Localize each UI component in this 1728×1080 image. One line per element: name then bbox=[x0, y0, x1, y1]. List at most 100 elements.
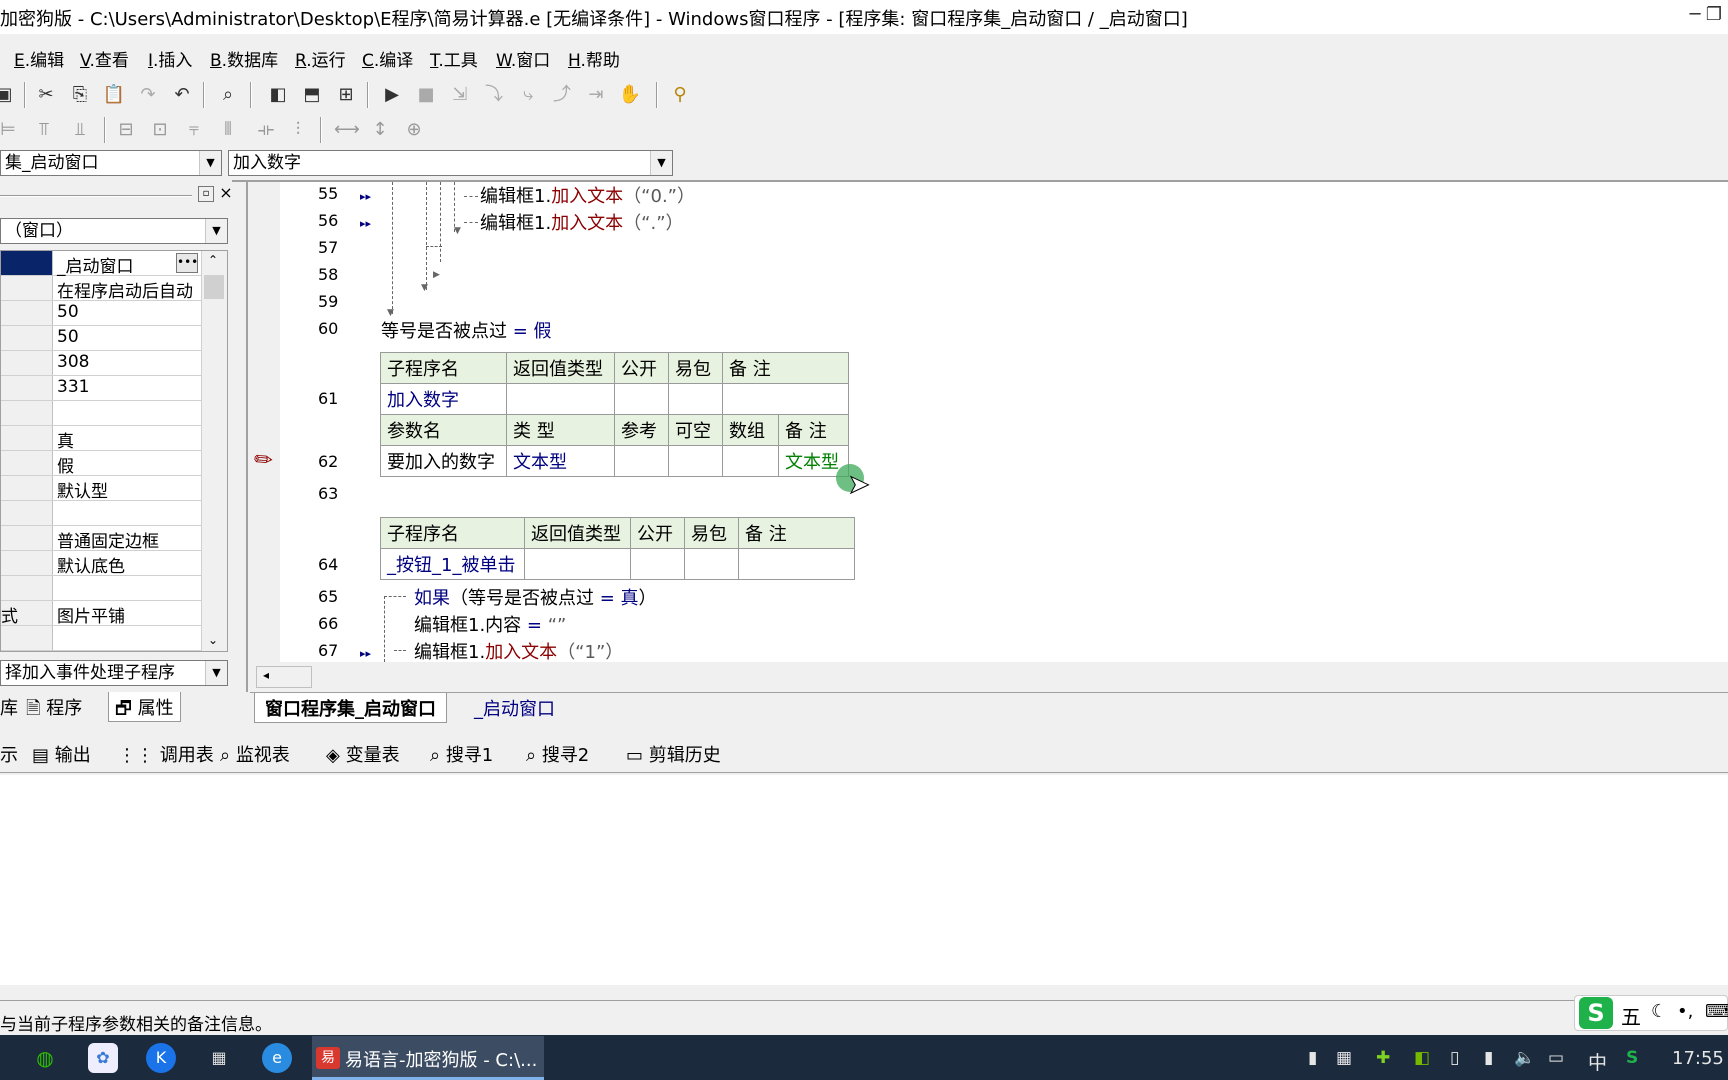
device-icon[interactable]: ▯ bbox=[1450, 1048, 1459, 1068]
tab-search2[interactable]: ⌕ 搜寻2 bbox=[526, 741, 589, 767]
public-cell[interactable] bbox=[614, 383, 669, 415]
nvidia-icon[interactable]: ◧ bbox=[1414, 1048, 1430, 1068]
array-cell[interactable] bbox=[722, 445, 779, 477]
subprogram-name-cell[interactable]: _按钮_1_被单击 bbox=[380, 548, 525, 580]
property-row[interactable]: 50 bbox=[1, 301, 201, 326]
scroll-up-icon[interactable]: ⌃ bbox=[208, 253, 218, 267]
layout-left-icon[interactable]: ◧ bbox=[266, 83, 290, 107]
param-name-cell[interactable]: 要加入的数字 bbox=[380, 445, 507, 477]
undo-icon[interactable]: ↶ bbox=[170, 83, 194, 107]
maximize-button[interactable]: ❐ bbox=[1700, 4, 1728, 28]
property-row[interactable]: 331 bbox=[1, 376, 201, 401]
tool-icon[interactable]: ▦ bbox=[204, 1043, 234, 1073]
tab-properties[interactable]: 🗗 属性 bbox=[108, 692, 181, 722]
layout-top-icon[interactable]: ⬒ bbox=[300, 83, 324, 107]
clock[interactable]: 17:55 bbox=[1672, 1048, 1724, 1069]
security-icon[interactable]: ✚ bbox=[1376, 1048, 1390, 1068]
ime-toolbar[interactable]: S 五 ☾ •, ⌨ bbox=[1574, 995, 1728, 1031]
input-language[interactable]: 中 bbox=[1588, 1048, 1607, 1075]
scroll-left-icon[interactable]: ◂ bbox=[263, 668, 269, 682]
tab-program[interactable]: 🗎 程序 bbox=[26, 694, 82, 726]
space-vertical-icon[interactable]: ⫶ bbox=[286, 118, 310, 142]
property-row[interactable]: 式 图片平铺 bbox=[1, 601, 201, 627]
punctuation-icon[interactable]: •, bbox=[1677, 1001, 1693, 1022]
browser-icon[interactable]: e bbox=[262, 1043, 292, 1073]
menu-insert[interactable]: I.插入 bbox=[148, 46, 192, 71]
property-row[interactable] bbox=[1, 576, 201, 601]
vertical-scrollbar[interactable]: ⌃ ⌄ bbox=[201, 251, 227, 651]
splitter[interactable] bbox=[246, 182, 248, 692]
ellipsis-button[interactable]: ••• bbox=[176, 253, 198, 273]
code-line[interactable]: 编辑框1.内容 = “” bbox=[414, 611, 566, 637]
param-type-cell[interactable]: 文本型 bbox=[506, 445, 615, 477]
sogou-tray-icon[interactable]: S bbox=[1626, 1048, 1638, 1068]
tab-library[interactable]: 库 bbox=[0, 694, 18, 720]
property-row[interactable]: 默认底色 bbox=[1, 551, 201, 577]
keyboard-icon[interactable]: ⌨ bbox=[1705, 1001, 1728, 1022]
run-to-cursor-icon[interactable]: ⇥ bbox=[584, 83, 608, 107]
return-type-cell[interactable] bbox=[506, 383, 615, 415]
horizontal-scrollbar[interactable]: ◂ bbox=[256, 666, 312, 688]
volume-icon[interactable]: 🔈 bbox=[1514, 1048, 1535, 1068]
step-into-icon[interactable]: ⤵ bbox=[482, 83, 506, 107]
step-icon[interactable]: ⇲ bbox=[448, 83, 472, 107]
property-row[interactable]: _启动窗口 ••• bbox=[1, 251, 201, 277]
property-row[interactable] bbox=[1, 401, 201, 426]
easy-package-cell[interactable] bbox=[684, 548, 739, 580]
property-row[interactable]: 假 bbox=[1, 451, 201, 477]
chevron-down-icon[interactable]: ▼ bbox=[650, 151, 672, 175]
center-form-icon[interactable]: ⊕ bbox=[402, 118, 426, 142]
property-row[interactable]: 在程序启动后自动 bbox=[1, 276, 201, 302]
align-bottom-icon[interactable]: ⫫ bbox=[68, 118, 92, 142]
layout-grid-icon[interactable]: ⊞ bbox=[334, 83, 358, 107]
return-type-cell[interactable] bbox=[524, 548, 631, 580]
property-row[interactable]: 真 bbox=[1, 426, 201, 452]
tab-variables[interactable]: ◈ 变量表 bbox=[326, 741, 400, 767]
space-horizontal-icon[interactable]: ⟛ bbox=[254, 118, 278, 142]
code-line[interactable]: 如果（等号是否被点过 = 真） bbox=[414, 584, 657, 610]
reference-cell[interactable] bbox=[614, 445, 669, 477]
center-vertical-icon[interactable]: ⊡ bbox=[148, 118, 172, 142]
property-row[interactable] bbox=[1, 626, 201, 651]
step-out-icon[interactable]: ⤴ bbox=[550, 83, 574, 107]
subprogram-name-cell[interactable]: 加入数字 bbox=[380, 383, 507, 415]
menu-compile[interactable]: C.编译 bbox=[362, 46, 413, 71]
save-icon[interactable]: ▣ bbox=[0, 83, 16, 107]
wechat-icon[interactable]: ◍ bbox=[30, 1043, 60, 1073]
stretch-width-icon[interactable]: ⟷ bbox=[334, 118, 360, 142]
chevron-down-icon[interactable]: ▼ bbox=[199, 151, 221, 175]
tray-app-icon[interactable]: ▦ bbox=[1336, 1048, 1352, 1068]
menu-tools[interactable]: T.工具 bbox=[430, 46, 478, 71]
property-row[interactable]: 普通固定边框 bbox=[1, 526, 201, 552]
menu-edit[interactable]: E.编辑 bbox=[14, 46, 64, 71]
binoculars-icon[interactable]: ⚲ bbox=[668, 83, 692, 107]
scroll-thumb[interactable] bbox=[204, 275, 224, 299]
output-panel[interactable] bbox=[0, 775, 1728, 985]
app-icon[interactable]: ✿ bbox=[88, 1043, 118, 1073]
assembly-select[interactable]: 集_启动窗口 ▼ bbox=[0, 150, 222, 176]
event-select[interactable]: 择加入事件处理子程序 ▼ bbox=[0, 660, 228, 686]
step-over-icon[interactable]: ⤷ bbox=[516, 83, 540, 107]
easy-package-cell[interactable] bbox=[668, 383, 723, 415]
code-line[interactable]: 编辑框1.加入文本（“1”） bbox=[414, 638, 623, 664]
ime-mode[interactable]: 五 bbox=[1621, 1001, 1641, 1030]
same-width-icon[interactable]: ⫴ bbox=[216, 118, 240, 142]
menu-window[interactable]: W.窗口 bbox=[496, 46, 550, 71]
property-row[interactable]: 默认型 bbox=[1, 476, 201, 502]
same-height-icon[interactable]: ⫧ bbox=[182, 118, 206, 142]
microphone-icon[interactable]: ▮ bbox=[1484, 1048, 1493, 1068]
menu-view[interactable]: V.查看 bbox=[80, 46, 129, 71]
code-line[interactable]: 等号是否被点过 = 假 bbox=[381, 317, 552, 343]
menu-database[interactable]: B.数据库 bbox=[210, 46, 278, 71]
tab-watch[interactable]: ⌕ 监视表 bbox=[220, 741, 290, 767]
run-icon[interactable]: ▶ bbox=[380, 83, 404, 107]
tab-window[interactable]: _启动窗口 bbox=[464, 693, 565, 723]
cut-icon[interactable]: ✂ bbox=[34, 83, 58, 107]
paste-icon[interactable]: 📋 bbox=[102, 83, 126, 107]
tab-output[interactable]: ▤ 输出 bbox=[32, 741, 91, 767]
property-row[interactable]: 50 bbox=[1, 326, 201, 351]
code-line[interactable]: 编辑框1.加入文本（“.”） bbox=[480, 209, 684, 235]
kugou-icon[interactable]: K bbox=[146, 1043, 176, 1073]
chevron-down-icon[interactable]: ▼ bbox=[205, 219, 227, 243]
close-icon[interactable]: × bbox=[218, 185, 234, 201]
